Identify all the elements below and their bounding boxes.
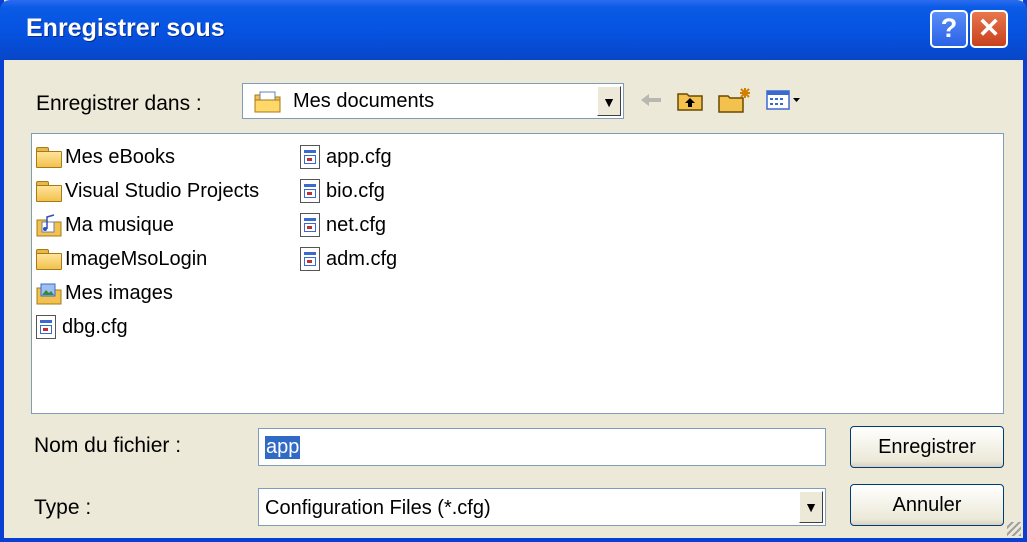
filename-value: app	[265, 436, 301, 459]
close-button[interactable]: ✕	[970, 10, 1008, 48]
my-documents-icon	[253, 90, 283, 120]
cancel-button[interactable]: Annuler	[850, 484, 1004, 526]
title-bar[interactable]: Enregistrer sous ? ✕	[0, 0, 1027, 60]
dialog-title: Enregistrer sous	[26, 14, 225, 42]
folder-icon	[36, 249, 62, 270]
config-file-icon	[300, 179, 320, 203]
back-arrow-icon[interactable]	[638, 86, 664, 114]
up-folder-icon[interactable]	[674, 86, 706, 114]
list-item[interactable]: app.cfg	[300, 142, 392, 172]
list-item[interactable]: net.cfg	[300, 210, 386, 240]
filename-input[interactable]: app	[258, 428, 826, 466]
view-menu-icon[interactable]	[764, 86, 804, 114]
filetype-dropdown[interactable]: Configuration Files (*.cfg) ▼	[258, 488, 826, 526]
file-list[interactable]: Mes eBooks Visual Studio Projects Ma mus…	[31, 133, 1004, 414]
list-item[interactable]: adm.cfg	[300, 244, 397, 274]
resize-grip[interactable]	[1007, 522, 1021, 536]
save-in-dropdown[interactable]: Mes documents ▼	[242, 83, 624, 119]
new-folder-icon[interactable]	[716, 86, 754, 114]
chevron-down-icon[interactable]: ▼	[597, 86, 621, 116]
filename-label: Nom du fichier :	[34, 434, 182, 457]
list-item[interactable]: Mes eBooks	[36, 142, 175, 172]
music-folder-icon	[36, 213, 62, 237]
list-item[interactable]: Ma musique	[36, 210, 174, 240]
list-item[interactable]: dbg.cfg	[36, 312, 128, 342]
save-in-label: Enregistrer dans :	[36, 92, 202, 115]
folder-icon	[36, 147, 62, 168]
save-button[interactable]: Enregistrer	[850, 426, 1004, 468]
chevron-down-icon[interactable]: ▼	[799, 491, 823, 523]
list-item[interactable]: Mes images	[36, 278, 173, 308]
filetype-value: Configuration Files (*.cfg)	[265, 497, 491, 519]
config-file-icon	[36, 315, 56, 339]
pictures-folder-icon	[36, 281, 62, 305]
config-file-icon	[300, 247, 320, 271]
filetype-label: Type :	[34, 496, 92, 519]
config-file-icon	[300, 145, 320, 169]
list-item[interactable]: ImageMsoLogin	[36, 244, 207, 274]
config-file-icon	[300, 213, 320, 237]
list-item[interactable]: bio.cfg	[300, 176, 385, 206]
current-folder-name: Mes documents	[293, 90, 435, 112]
list-item[interactable]: Visual Studio Projects	[36, 176, 259, 206]
folder-icon	[36, 181, 62, 202]
help-button[interactable]: ?	[930, 10, 968, 48]
